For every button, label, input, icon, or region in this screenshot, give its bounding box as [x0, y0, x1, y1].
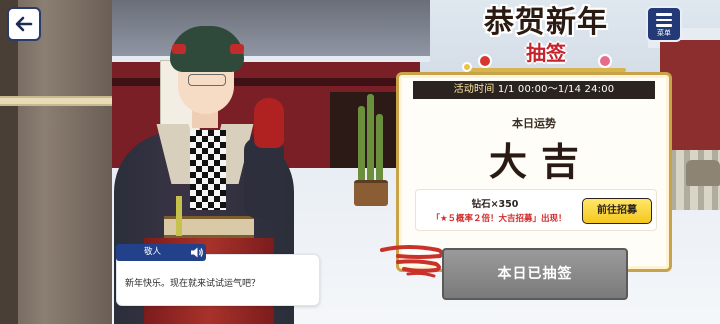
- event-period: 活动时间 1/1 00:00～1/14 24:00: [413, 81, 655, 99]
- menu-button[interactable]: 菜单: [646, 6, 682, 42]
- character-arm: [244, 138, 284, 218]
- event-period-label: 活动时间: [453, 84, 495, 95]
- bamboo-stem: [376, 114, 383, 186]
- menu-label: 菜单: [657, 28, 671, 37]
- plum-flower-icon: [478, 54, 492, 68]
- bamboo-stem: [358, 106, 365, 186]
- event-title-main: 恭贺新年: [484, 5, 608, 40]
- character-hair-ornament: [172, 44, 186, 54]
- back-button[interactable]: [7, 7, 41, 41]
- plum-flower-icon: [462, 62, 472, 72]
- go-to-gacha-button[interactable]: 前往招募: [582, 198, 652, 224]
- reward-note: 「★５概率２倍！大吉招募」出现！: [431, 214, 567, 224]
- tree-shadow: [0, 0, 18, 324]
- hamburger-menu-icon: [656, 13, 672, 27]
- reward-amount: 钻石×350: [471, 199, 519, 210]
- dialog-box[interactable]: 新年快乐。现在就来试试运气吧？: [116, 254, 320, 306]
- event-title: 恭贺新年 抽签: [456, 6, 636, 72]
- already-drawn-button[interactable]: 本日已抽签: [442, 248, 628, 300]
- plum-flower-icon: [598, 54, 612, 68]
- character-gloved-hand: [254, 98, 284, 148]
- red-swirl-decoration: [380, 245, 444, 278]
- event-period-value: 1/1 00:00～1/14 24:00: [497, 84, 615, 95]
- bamboo-stem: [367, 94, 374, 186]
- dialog-text: 新年快乐。现在就来试试运气吧？: [125, 279, 261, 289]
- bamboo-pot: [354, 180, 388, 206]
- reward-box: 钻石×350 「★５概率２倍！大吉招募」出现！ 前往招募: [415, 189, 657, 231]
- shimenawa-rope: [0, 96, 112, 106]
- kadomatsu-decoration: [350, 94, 390, 206]
- character-checker-pattern: [190, 130, 226, 210]
- character-hair-ornament: [230, 44, 244, 54]
- speaker-volume-icon[interactable]: [190, 246, 204, 259]
- character-tassel: [176, 196, 182, 236]
- event-title-sub: 抽签: [526, 41, 566, 65]
- fortune-result: 大吉: [488, 139, 593, 184]
- fortune-label: 本日运势: [512, 117, 556, 130]
- character-glasses: [188, 74, 226, 86]
- stone-lantern: [686, 160, 720, 186]
- back-arrow-icon: [15, 16, 33, 32]
